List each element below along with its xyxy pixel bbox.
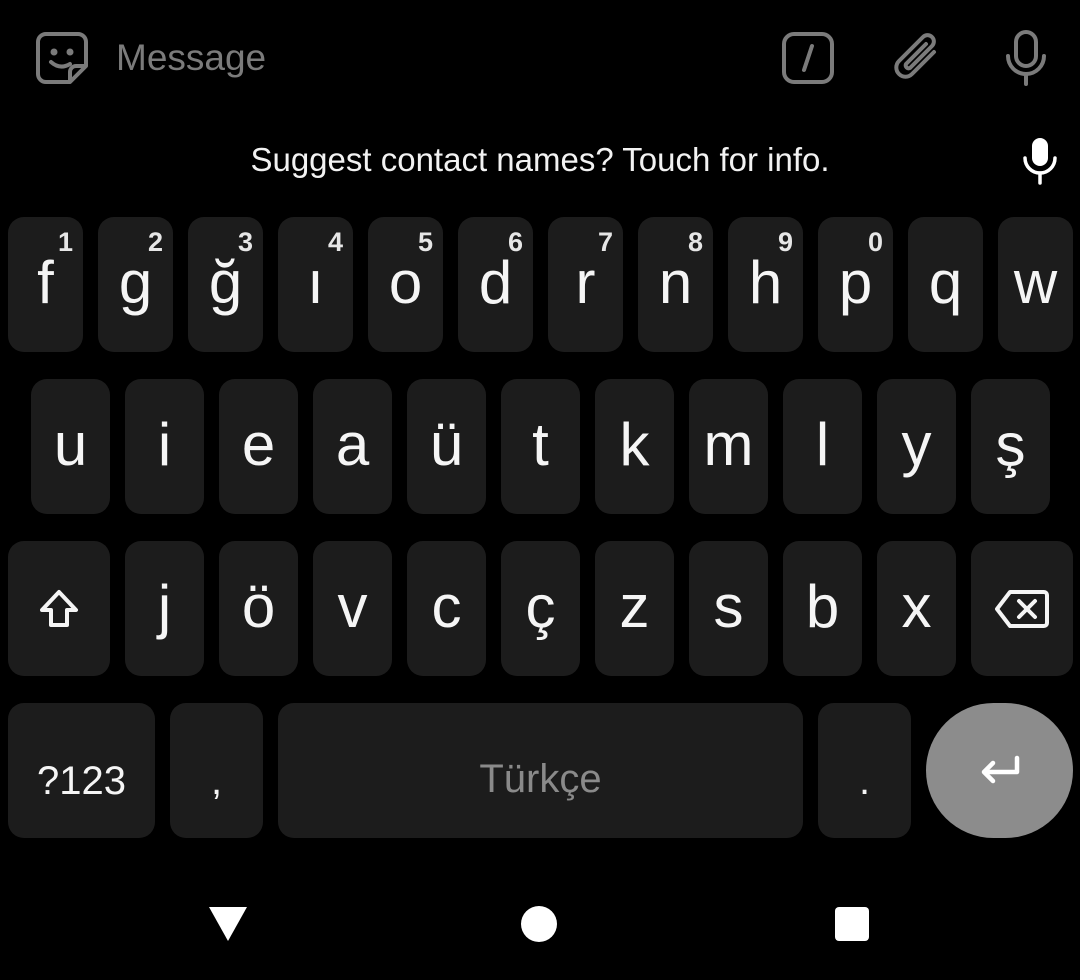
key-label: r: [575, 249, 596, 316]
suggestion-strip: Suggest contact names? Touch for info.: [0, 128, 1080, 196]
microphone-icon[interactable]: [1020, 136, 1060, 186]
key-y[interactable]: y: [877, 379, 956, 514]
navigation-bar: [0, 880, 1080, 980]
key-u[interactable]: u: [31, 379, 110, 514]
key-label: o: [388, 249, 423, 316]
key-label: ı: [307, 249, 324, 316]
key-h[interactable]: 9 h: [728, 217, 803, 352]
key-b[interactable]: b: [783, 541, 862, 676]
shift-icon: [8, 541, 110, 676]
key-label: b: [805, 573, 840, 640]
key-q[interactable]: q: [908, 217, 983, 352]
back-icon[interactable]: [208, 906, 248, 942]
key-label: z: [619, 573, 650, 640]
key-label: p: [838, 249, 873, 316]
key-g-breve[interactable]: 3 ğ: [188, 217, 263, 352]
shift-key[interactable]: [8, 541, 110, 676]
key-f[interactable]: 1 f: [8, 217, 83, 352]
symbols-key[interactable]: ?123: [8, 703, 155, 838]
recents-icon[interactable]: [835, 907, 869, 941]
key-label: ş: [995, 411, 1026, 478]
message-input[interactable]: Message: [116, 34, 266, 82]
key-t[interactable]: t: [501, 379, 580, 514]
key-label: w: [1013, 249, 1058, 316]
key-label: f: [37, 249, 54, 316]
key-label: h: [748, 249, 783, 316]
key-label: d: [478, 249, 513, 316]
slash-command-icon[interactable]: [780, 28, 836, 88]
key-c-cedilla[interactable]: ç: [501, 541, 580, 676]
key-s-cedilla[interactable]: ş: [971, 379, 1050, 514]
key-label: y: [901, 411, 932, 478]
key-p[interactable]: 0 p: [818, 217, 893, 352]
microphone-icon[interactable]: [998, 28, 1054, 88]
key-label: ,: [210, 759, 223, 803]
key-k[interactable]: k: [595, 379, 674, 514]
key-o-umlaut[interactable]: ö: [219, 541, 298, 676]
key-g[interactable]: 2 g: [98, 217, 173, 352]
key-label: i: [157, 411, 172, 478]
space-label: Türkçe: [479, 757, 602, 801]
key-label: m: [703, 411, 754, 478]
key-label: c: [431, 573, 462, 640]
backspace-icon: [971, 541, 1073, 676]
key-j[interactable]: j: [125, 541, 204, 676]
sticker-icon[interactable]: [34, 30, 90, 86]
key-n[interactable]: 8 n: [638, 217, 713, 352]
key-label: .: [858, 759, 871, 803]
key-a[interactable]: a: [313, 379, 392, 514]
home-icon[interactable]: [520, 905, 558, 943]
key-label: n: [658, 249, 693, 316]
key-label: t: [532, 411, 549, 478]
key-s[interactable]: s: [689, 541, 768, 676]
key-x[interactable]: x: [877, 541, 956, 676]
key-label: j: [157, 573, 172, 640]
key-label: ü: [429, 411, 464, 478]
key-dotless-i[interactable]: 4 ı: [278, 217, 353, 352]
key-label: l: [815, 411, 830, 478]
key-u-umlaut[interactable]: ü: [407, 379, 486, 514]
key-label: u: [53, 411, 88, 478]
keyboard-screen: Message Suggest contact names? Touch for…: [0, 0, 1080, 980]
key-label: v: [337, 573, 368, 640]
key-label: ö: [241, 573, 276, 640]
enter-key[interactable]: [926, 703, 1073, 838]
period-key[interactable]: .: [818, 703, 911, 838]
key-e[interactable]: e: [219, 379, 298, 514]
key-i[interactable]: i: [125, 379, 204, 514]
key-d[interactable]: 6 d: [458, 217, 533, 352]
space-key[interactable]: Türkçe: [278, 703, 803, 838]
key-label: q: [928, 249, 963, 316]
key-label: ğ: [208, 249, 243, 316]
key-label: k: [619, 411, 650, 478]
key-m[interactable]: m: [689, 379, 768, 514]
comma-key[interactable]: ,: [170, 703, 263, 838]
key-label: x: [901, 573, 932, 640]
enter-icon: [926, 703, 1073, 838]
key-label: ç: [525, 573, 556, 640]
key-o[interactable]: 5 o: [368, 217, 443, 352]
key-w[interactable]: w: [998, 217, 1073, 352]
backspace-key[interactable]: [971, 541, 1073, 676]
key-v[interactable]: v: [313, 541, 392, 676]
key-r[interactable]: 7 r: [548, 217, 623, 352]
key-z[interactable]: z: [595, 541, 674, 676]
key-l[interactable]: l: [783, 379, 862, 514]
key-label: ?123: [37, 759, 126, 803]
key-label: e: [241, 411, 276, 478]
compose-bar: Message: [0, 0, 1080, 115]
suggestion-text[interactable]: Suggest contact names? Touch for info.: [0, 138, 1080, 182]
attach-icon[interactable]: [890, 28, 946, 88]
key-label: g: [118, 249, 153, 316]
key-label: s: [713, 573, 744, 640]
key-c[interactable]: c: [407, 541, 486, 676]
key-label: a: [335, 411, 370, 478]
